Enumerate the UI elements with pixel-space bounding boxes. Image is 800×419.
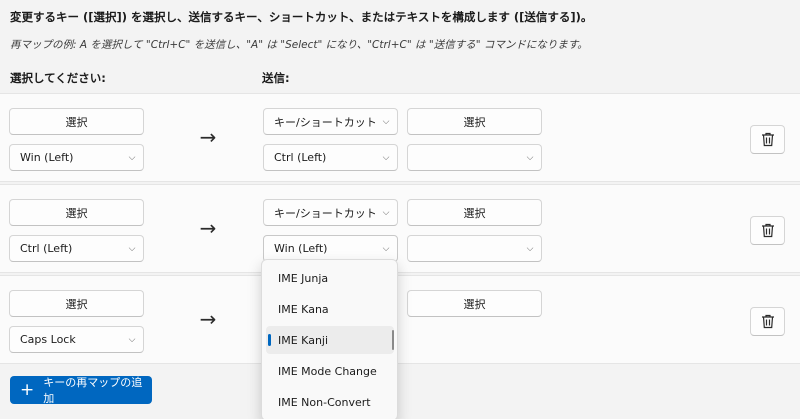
remap-row-2: 選択 Ctrl (Left) ⌵ → キー/ショートカットの送 ⌵ 選択 Win… bbox=[0, 184, 800, 273]
right-arrow-icon: → bbox=[199, 307, 217, 331]
select-key-button[interactable]: 選択 bbox=[9, 108, 144, 135]
chevron-down-icon: ⌵ bbox=[382, 116, 390, 127]
dropdown-scrollbar[interactable] bbox=[392, 330, 394, 350]
dropdown-option-ime-non-convert[interactable]: IME Non-Convert bbox=[266, 388, 394, 416]
target-key-dropdown[interactable]: Ctrl (Left) ⌵ bbox=[263, 144, 398, 171]
select-key-button[interactable]: 選択 bbox=[9, 290, 144, 317]
source-key-dropdown[interactable]: Win (Left) ⌵ bbox=[9, 144, 144, 171]
delete-row-button[interactable] bbox=[750, 216, 785, 245]
source-key-value: Caps Lock bbox=[20, 333, 76, 346]
remap-row-1: 選択 Win (Left) ⌵ → キー/ショートカットの送 ⌵ 選択 Ctrl… bbox=[0, 93, 800, 182]
select-send-key-button[interactable]: 選択 bbox=[407, 199, 542, 226]
select-key-button[interactable]: 選択 bbox=[9, 199, 144, 226]
remap-row-3: 選択 Caps Lock ⌵ → 選択 bbox=[0, 275, 800, 364]
key-options-dropdown-list: IME Junja IME Kana IME Kanji IME Mode Ch… bbox=[261, 259, 398, 419]
dropdown-option-ime-junja[interactable]: IME Junja bbox=[266, 264, 394, 292]
chevron-down-icon: ⌵ bbox=[128, 334, 136, 345]
dropdown-option-label: IME Kanji bbox=[278, 333, 329, 347]
trash-icon bbox=[761, 132, 774, 147]
secondary-key-dropdown[interactable]: ⌵ bbox=[407, 144, 542, 171]
select-column-header: 選択してください: bbox=[10, 71, 106, 85]
chevron-down-icon: ⌵ bbox=[382, 207, 390, 218]
send-type-dropdown[interactable]: キー/ショートカットの送 ⌵ bbox=[263, 199, 398, 226]
dropdown-option-ime-kana[interactable]: IME Kana bbox=[266, 295, 394, 323]
chevron-down-icon: ⌵ bbox=[382, 152, 390, 163]
add-key-remap-label: キーの再マップの追加 bbox=[43, 376, 143, 405]
dropdown-option-ime-mode-change[interactable]: IME Mode Change bbox=[266, 357, 394, 385]
send-type-value: キー/ショートカットの送 bbox=[274, 115, 375, 129]
trash-icon bbox=[761, 314, 774, 329]
select-send-key-button[interactable]: 選択 bbox=[407, 290, 542, 317]
instruction-text: 変更するキー ([選択]) を選択し、送信するキー、ショートカット、またはテキス… bbox=[10, 10, 593, 24]
target-key-value: Win (Left) bbox=[274, 242, 328, 255]
right-arrow-icon: → bbox=[199, 125, 217, 149]
chevron-down-icon: ⌵ bbox=[526, 152, 534, 163]
source-key-dropdown[interactable]: Caps Lock ⌵ bbox=[9, 326, 144, 353]
send-column-header: 送信: bbox=[262, 71, 290, 85]
source-key-value: Win (Left) bbox=[20, 151, 74, 164]
chevron-down-icon: ⌵ bbox=[382, 243, 390, 254]
target-key-dropdown[interactable]: Win (Left) ⌵ bbox=[263, 235, 398, 262]
plus-icon: + bbox=[20, 379, 35, 400]
example-text: 再マップの例: A を選択して "Ctrl+C" を送信し、"A" は "Sel… bbox=[10, 39, 588, 51]
source-key-dropdown[interactable]: Ctrl (Left) ⌵ bbox=[9, 235, 144, 262]
select-send-key-button[interactable]: 選択 bbox=[407, 108, 542, 135]
chevron-down-icon: ⌵ bbox=[128, 243, 136, 254]
right-arrow-icon: → bbox=[199, 216, 217, 240]
target-key-value: Ctrl (Left) bbox=[274, 151, 327, 164]
delete-row-button[interactable] bbox=[750, 125, 785, 154]
chevron-down-icon: ⌵ bbox=[128, 152, 136, 163]
send-type-value: キー/ショートカットの送 bbox=[274, 206, 375, 220]
chevron-down-icon: ⌵ bbox=[526, 243, 534, 254]
source-key-value: Ctrl (Left) bbox=[20, 242, 73, 255]
add-key-remap-button[interactable]: + キーの再マップの追加 bbox=[10, 376, 152, 405]
dropdown-option-ime-kanji[interactable]: IME Kanji bbox=[266, 326, 394, 354]
delete-row-button[interactable] bbox=[750, 307, 785, 336]
trash-icon bbox=[761, 223, 774, 238]
send-type-dropdown[interactable]: キー/ショートカットの送 ⌵ bbox=[263, 108, 398, 135]
secondary-key-dropdown[interactable]: ⌵ bbox=[407, 235, 542, 262]
selection-indicator bbox=[268, 334, 271, 346]
